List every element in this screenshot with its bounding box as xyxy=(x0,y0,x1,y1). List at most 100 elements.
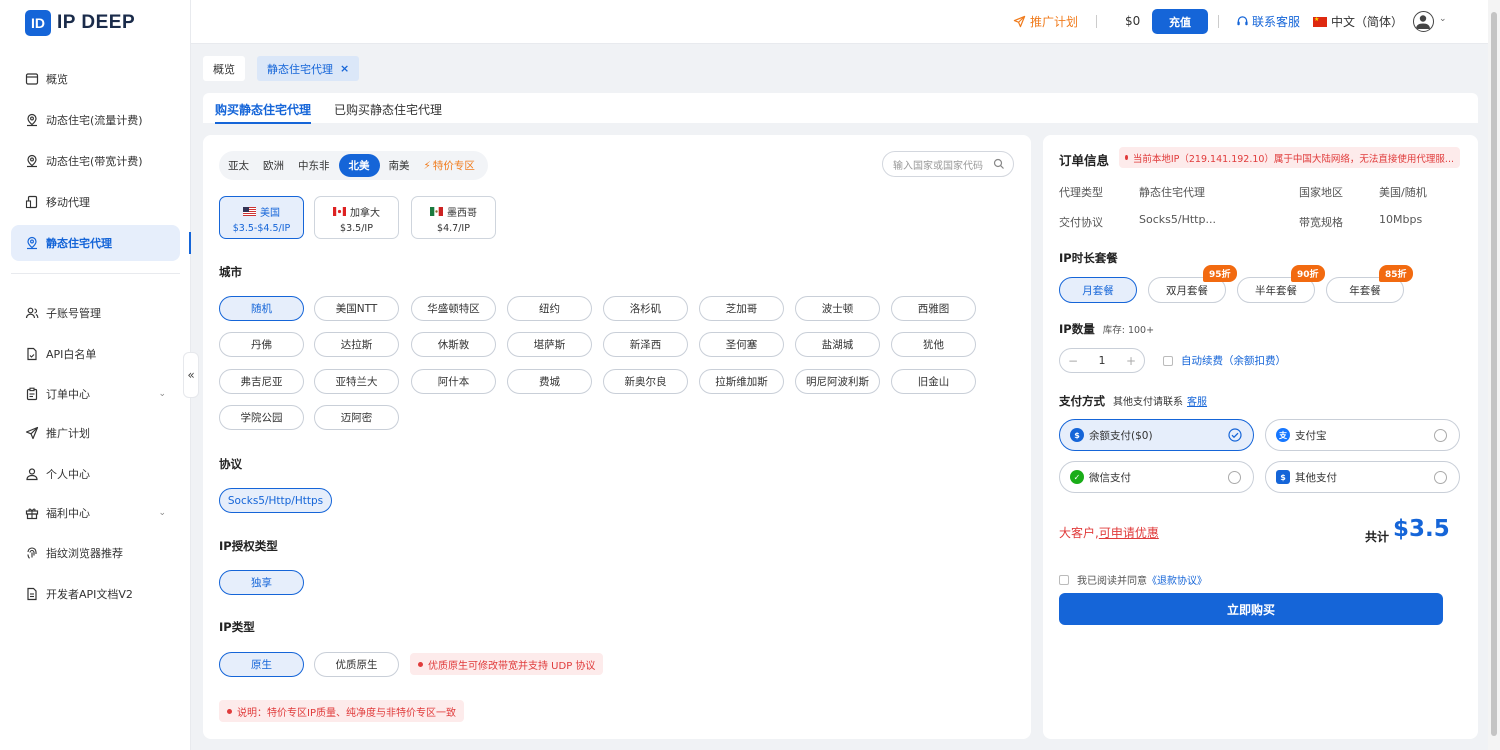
region-mea[interactable]: 中东非 xyxy=(293,154,335,177)
recharge-button[interactable]: 充值 xyxy=(1152,9,1208,34)
contact-service-link[interactable]: 客服 xyxy=(1187,397,1207,408)
window-icon xyxy=(25,72,39,86)
city-chip[interactable]: 华盛顿特区 xyxy=(411,296,496,321)
protocol-chip[interactable]: Socks5/Http/Https xyxy=(219,488,332,513)
sidebar-item-overview[interactable]: 概览 xyxy=(11,61,180,97)
city-chip[interactable]: 堪萨斯 xyxy=(507,332,592,357)
payment-method-label: 余额支付($0) xyxy=(1089,429,1153,442)
sidebar-item-dynamic-bandwidth[interactable]: 动态住宅(带宽计费) xyxy=(11,143,180,179)
sidebar-item-welfare[interactable]: 福利中心 ⌄ xyxy=(11,495,180,531)
city-chip[interactable]: 西雅图 xyxy=(891,296,976,321)
canada-flag-icon xyxy=(333,207,346,216)
country-mexico[interactable]: 墨西哥 $4.7/IP xyxy=(411,196,496,239)
subtabs: 购买静态住宅代理 已购买静态住宅代理 xyxy=(203,93,1478,124)
customer-service-link[interactable]: 联系客服 xyxy=(1236,13,1300,30)
apply-discount-link[interactable]: 可申请优惠 xyxy=(1099,526,1159,540)
sidebar-item-subaccounts[interactable]: 子账号管理 xyxy=(11,295,180,331)
sidebar-item-static-residential[interactable]: 静态住宅代理 xyxy=(11,225,180,261)
city-chip[interactable]: 费城 xyxy=(507,369,592,394)
radio-button[interactable] xyxy=(1434,429,1447,442)
radio-button[interactable] xyxy=(1228,471,1241,484)
sidebar-item-orders[interactable]: 订单中心 ⌄ xyxy=(11,376,180,412)
region-europe[interactable]: 欧洲 xyxy=(258,154,289,177)
country-usa[interactable]: 美国 $3.5-$4.5/IP xyxy=(219,196,304,239)
city-chip[interactable]: 休斯敦 xyxy=(411,332,496,357)
sidebar-item-label: 概览 xyxy=(46,73,68,86)
city-chip[interactable]: 拉斯维加斯 xyxy=(699,369,784,394)
scrollbar[interactable] xyxy=(1488,0,1500,750)
payment-alipay[interactable]: 支 支付宝 xyxy=(1265,419,1460,451)
city-chip[interactable]: 达拉斯 xyxy=(314,332,399,357)
sidebar-item-promotion[interactable]: 推广计划 xyxy=(11,415,180,451)
sidebar-item-api-whitelist[interactable]: API白名单 xyxy=(11,336,180,372)
chevron-down-icon[interactable]: ⌄ xyxy=(1439,14,1447,24)
tab-overview[interactable]: 概览 xyxy=(203,56,245,81)
language-selector[interactable]: 中文（简体） xyxy=(1313,13,1403,30)
city-chip[interactable]: 盐湖城 xyxy=(795,332,880,357)
city-chip[interactable]: 芝加哥 xyxy=(699,296,784,321)
auto-renew-toggle[interactable]: 自动续费（余额扣费） xyxy=(1163,353,1286,368)
city-chip[interactable]: 弗吉尼亚 xyxy=(219,369,304,394)
sidebar-collapse-button[interactable]: « xyxy=(183,352,199,398)
sidebar-item-mobile[interactable]: 移动代理 xyxy=(11,184,180,220)
payment-other[interactable]: $ 其他支付 xyxy=(1265,461,1460,493)
sidebar-item-fingerprint-browser[interactable]: 指纹浏览器推荐 xyxy=(11,535,180,571)
decrement-button[interactable]: − xyxy=(1068,354,1078,368)
tab-static-residential[interactable]: 静态住宅代理 × xyxy=(257,56,360,81)
dot-icon xyxy=(227,708,232,714)
quantity-value[interactable]: 1 xyxy=(1099,354,1106,367)
city-chip[interactable]: 新泽西 xyxy=(603,332,688,357)
city-chip[interactable]: 亚特兰大 xyxy=(314,369,399,394)
sidebar-item-profile[interactable]: 个人中心 xyxy=(11,456,180,492)
subtab-purchased[interactable]: 已购买静态住宅代理 xyxy=(334,101,442,118)
city-chip[interactable]: 美国NTT xyxy=(314,296,399,321)
city-chip[interactable]: 洛杉矶 xyxy=(603,296,688,321)
buy-now-button[interactable]: 立即购买 xyxy=(1059,593,1443,625)
sidebar-item-label: 开发者API文档V2 xyxy=(46,588,133,601)
payment-balance[interactable]: $ 余额支付($0) xyxy=(1059,419,1254,451)
city-chip[interactable]: 纽约 xyxy=(507,296,592,321)
promotion-link[interactable]: 推广计划 xyxy=(1013,13,1078,30)
logo[interactable]: ID IP DEEP xyxy=(25,10,135,36)
region-north-america[interactable]: 北美 xyxy=(338,154,380,177)
region-south-america[interactable]: 南美 xyxy=(384,154,415,177)
auth-type-chip[interactable]: 独享 xyxy=(219,570,304,595)
radio-button[interactable] xyxy=(1434,471,1447,484)
city-chip[interactable]: 迈阿密 xyxy=(314,405,399,430)
city-chip[interactable]: 明尼阿波利斯 xyxy=(795,369,880,394)
payment-label-text: 支付方式 xyxy=(1059,394,1105,408)
country-search-input[interactable]: 输入国家或国家代码 xyxy=(882,151,1014,177)
ip-type-native[interactable]: 原生 xyxy=(219,652,304,677)
package-monthly[interactable]: 月套餐 xyxy=(1059,277,1137,303)
city-chip[interactable]: 犹他 xyxy=(891,332,976,357)
scrollbar-thumb[interactable] xyxy=(1491,12,1497,736)
close-icon[interactable]: × xyxy=(340,62,349,75)
agreement[interactable]: 我已阅读并同意 《退款协议》 xyxy=(1059,572,1207,587)
ip-type-premium-native[interactable]: 优质原生 xyxy=(314,652,399,677)
payment-method-label: 微信支付 xyxy=(1089,471,1131,484)
payment-wechat[interactable]: ✓ 微信支付 xyxy=(1059,461,1254,493)
region-apac[interactable]: 亚太 xyxy=(223,154,254,177)
city-chip[interactable]: 阿什本 xyxy=(411,369,496,394)
sidebar-item-developer-api[interactable]: 开发者API文档V2 xyxy=(11,576,180,612)
refund-policy-link[interactable]: 《退款协议》 xyxy=(1147,572,1207,587)
top-bar: 推广计划 $0 充值 联系客服 中文（简体） ⌄ xyxy=(191,0,1500,44)
subtab-buy[interactable]: 购买静态住宅代理 xyxy=(215,101,312,124)
order-summary-card: 订单信息 当前本地IP（219.141.192.10）属于中国大陆网络，无法直接… xyxy=(1043,135,1478,739)
city-chip[interactable]: 学院公园 xyxy=(219,405,304,430)
city-chip[interactable]: 新奥尔良 xyxy=(603,369,688,394)
country-canada[interactable]: 加拿大 $3.5/IP xyxy=(314,196,399,239)
auto-renew-checkbox[interactable] xyxy=(1163,355,1173,366)
city-chip[interactable]: 丹佛 xyxy=(219,332,304,357)
city-chip[interactable]: 波士顿 xyxy=(795,296,880,321)
agreement-checkbox[interactable] xyxy=(1059,574,1069,585)
city-chip[interactable]: 随机 xyxy=(219,296,304,321)
users-icon xyxy=(25,306,39,320)
region-special-offer[interactable]: ⚡ 特价专区 xyxy=(419,154,480,177)
city-chip[interactable]: 圣何塞 xyxy=(699,332,784,357)
mobile-icon xyxy=(25,195,39,209)
sidebar-item-dynamic-traffic[interactable]: 动态住宅(流量计费) xyxy=(11,102,180,138)
increment-button[interactable]: + xyxy=(1126,354,1136,368)
avatar[interactable] xyxy=(1413,11,1434,32)
city-chip[interactable]: 旧金山 xyxy=(891,369,976,394)
